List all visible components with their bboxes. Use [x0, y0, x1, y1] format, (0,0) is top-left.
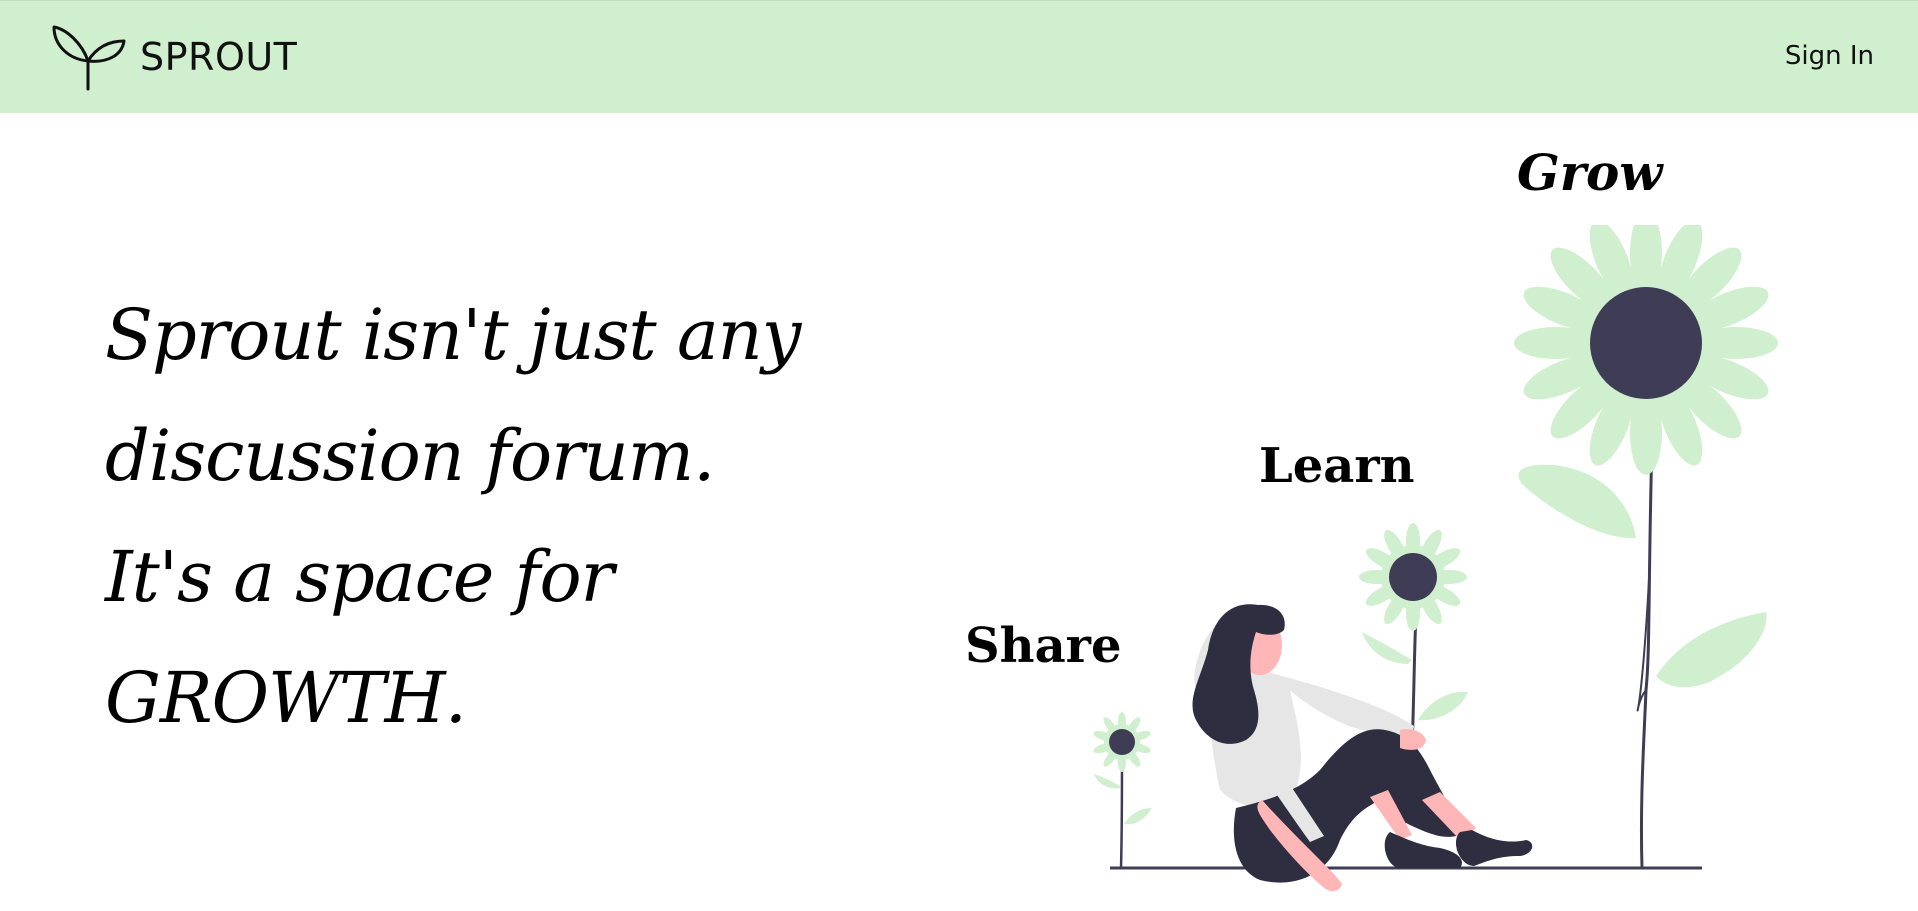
woman-figure-icon — [1192, 604, 1533, 892]
sprout-icon — [52, 25, 126, 91]
hero-line: discussion forum. — [105, 415, 715, 497]
small-flower-icon — [1093, 712, 1152, 869]
large-flower-icon — [1514, 225, 1778, 869]
woman-with-flowers-illustration — [1093, 225, 1778, 892]
brand-name: SPROUT — [140, 35, 298, 79]
sign-in-link[interactable]: Sign In — [1785, 41, 1874, 71]
hero-line: GROWTH. — [105, 657, 467, 739]
hero-line: It's a space for — [105, 536, 614, 618]
hero-line: Sprout isn't just any — [105, 294, 801, 376]
grow-label: Grow — [1517, 143, 1663, 202]
brand-home-link[interactable]: SPROUT — [52, 23, 297, 91]
navbar: SPROUT Sign In — [0, 0, 1918, 113]
hero-headline: Sprout isn't just any discussion forum. … — [105, 275, 801, 759]
